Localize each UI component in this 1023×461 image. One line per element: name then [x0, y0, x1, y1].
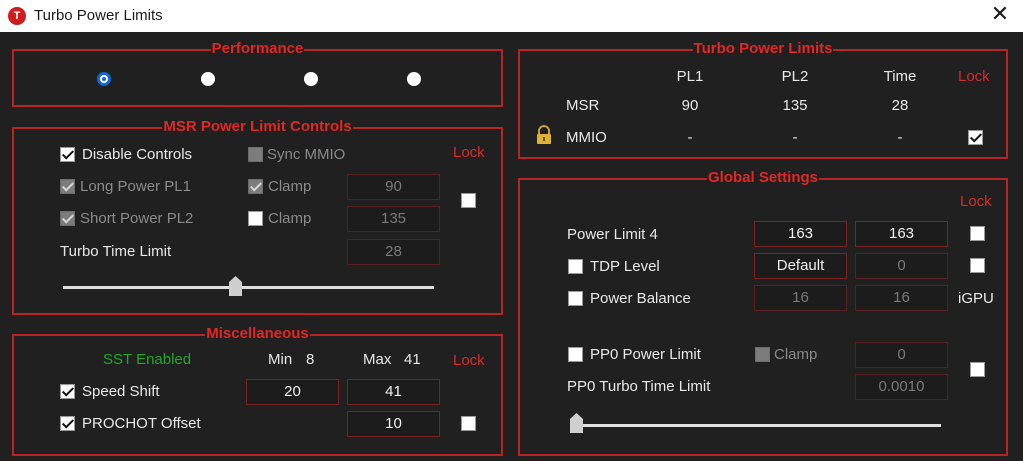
pp0-clamp-checkbox[interactable] [755, 347, 770, 362]
sst-status: SST Enabled [103, 351, 192, 368]
msr-lock-checkbox[interactable] [461, 193, 476, 208]
max-label: Max [363, 351, 392, 368]
pp0-time-slider-track[interactable] [571, 424, 941, 427]
performance-title: Performance [210, 40, 305, 57]
global-settings-group: Global Settings Lock Power Limit 4 163 1… [518, 169, 1008, 456]
disable-controls-checkbox[interactable] [60, 147, 75, 162]
msr-row-label: MSR [566, 97, 600, 114]
clamp-pl1-label: Clamp [268, 178, 312, 195]
misc-lock-label: Lock [453, 352, 485, 369]
tdp-level-value[interactable]: 0 [855, 253, 948, 279]
pp0-power-limit-label: PP0 Power Limit [590, 346, 701, 363]
misc-title: Miscellaneous [205, 325, 310, 342]
header-time: Time [883, 68, 917, 85]
performance-radio-4[interactable] [407, 72, 421, 86]
mmio-row-label: MMIO [566, 129, 607, 146]
short-power-checkbox[interactable] [60, 211, 75, 226]
header-pl1: PL1 [676, 68, 704, 85]
min-value: 8 [306, 351, 315, 368]
sync-mmio-label: Sync MMIO [267, 146, 346, 163]
power-limit4-lock-checkbox[interactable] [970, 226, 985, 241]
tdp-level-label: TDP Level [590, 258, 660, 275]
misc-lock-checkbox[interactable] [461, 416, 476, 431]
turbo-lock-label: Lock [958, 68, 990, 85]
msr-lock-label: Lock [453, 144, 485, 161]
mmio-pl1: - [687, 129, 693, 146]
pp0-lock-checkbox[interactable] [970, 362, 985, 377]
misc-group: Miscellaneous SST Enabled Min 8 Max 41 L… [12, 325, 503, 456]
pp0-power-limit-checkbox[interactable] [568, 347, 583, 362]
min-label: Min [268, 351, 293, 368]
tdp-level-input[interactable]: Default [754, 253, 847, 279]
pp0-turbo-time-label: PP0 Turbo Time Limit [567, 378, 711, 395]
pl1-input[interactable]: 90 [347, 174, 440, 200]
clamp-pl1-checkbox[interactable] [248, 179, 263, 194]
power-balance-label: Power Balance [590, 290, 691, 307]
app-icon: T [8, 7, 26, 25]
disable-controls-label: Disable Controls [82, 146, 193, 163]
title-bar: T Turbo Power Limits ✕ [0, 0, 1023, 32]
clamp-pl2-checkbox[interactable] [248, 211, 263, 226]
global-settings-title: Global Settings [706, 169, 819, 186]
power-limit4-label: Power Limit 4 [567, 226, 658, 243]
mmio-lock-checkbox[interactable] [968, 130, 983, 145]
short-power-label: Short Power PL2 [80, 210, 194, 227]
header-pl2: PL2 [781, 68, 809, 85]
power-balance-input-2[interactable]: 16 [855, 285, 948, 311]
power-balance-input-1[interactable]: 16 [754, 285, 847, 311]
tdp-level-checkbox[interactable] [568, 259, 583, 274]
speed-shift-label: Speed Shift [82, 383, 160, 400]
power-limit4-input-2[interactable]: 163 [855, 221, 948, 247]
speed-shift-max-input[interactable]: 41 [347, 379, 440, 405]
power-limit4-input-1[interactable]: 163 [754, 221, 847, 247]
turbo-time-label: Turbo Time Limit [60, 243, 172, 260]
turbo-time-input[interactable]: 28 [347, 239, 440, 265]
msr-pl1: 90 [681, 97, 699, 114]
power-balance-checkbox[interactable] [568, 291, 583, 306]
long-power-checkbox[interactable] [60, 179, 75, 194]
speed-shift-min-input[interactable]: 20 [246, 379, 339, 405]
mmio-pl2: - [792, 129, 798, 146]
turbo-time-slider-thumb[interactable] [229, 276, 242, 296]
power-balance-igpu-label: iGPU [958, 290, 994, 307]
msr-controls-title: MSR Power Limit Controls [162, 118, 353, 135]
pl2-input[interactable]: 135 [347, 206, 440, 232]
msr-time: 28 [891, 97, 909, 114]
close-button[interactable]: ✕ [977, 0, 1023, 32]
pp0-power-input[interactable]: 0 [855, 342, 948, 368]
tdp-level-lock-checkbox[interactable] [970, 258, 985, 273]
prochot-input[interactable]: 10 [347, 411, 440, 437]
prochot-checkbox[interactable] [60, 416, 75, 431]
turbo-limits-group: Turbo Power Limits PL1 PL2 Time Lock MSR… [518, 40, 1008, 159]
long-power-label: Long Power PL1 [80, 178, 191, 195]
mmio-time: - [897, 129, 903, 146]
prochot-label: PROCHOT Offset [82, 415, 201, 432]
max-value: 41 [404, 351, 421, 368]
performance-radio-2[interactable] [201, 72, 215, 86]
msr-pl2: 135 [782, 97, 808, 114]
lock-icon [537, 125, 551, 144]
performance-group: Performance [12, 40, 503, 107]
pp0-turbo-time-input[interactable]: 0.0010 [855, 374, 948, 400]
window-title: Turbo Power Limits [34, 7, 163, 24]
performance-radio-1[interactable] [97, 72, 111, 86]
sync-mmio-checkbox[interactable] [248, 147, 263, 162]
pp0-clamp-label: Clamp [774, 346, 818, 363]
msr-controls-group: MSR Power Limit Controls Disable Control… [12, 118, 503, 315]
turbo-limits-title: Turbo Power Limits [692, 40, 834, 57]
main-panel: Performance MSR Power Limit Controls Dis… [0, 32, 1023, 461]
global-lock-label: Lock [960, 193, 992, 210]
turbo-time-slider-track[interactable] [63, 286, 434, 289]
pp0-time-slider-thumb[interactable] [570, 413, 583, 433]
clamp-pl2-label: Clamp [268, 210, 312, 227]
speed-shift-checkbox[interactable] [60, 384, 75, 399]
performance-radio-3[interactable] [304, 72, 318, 86]
